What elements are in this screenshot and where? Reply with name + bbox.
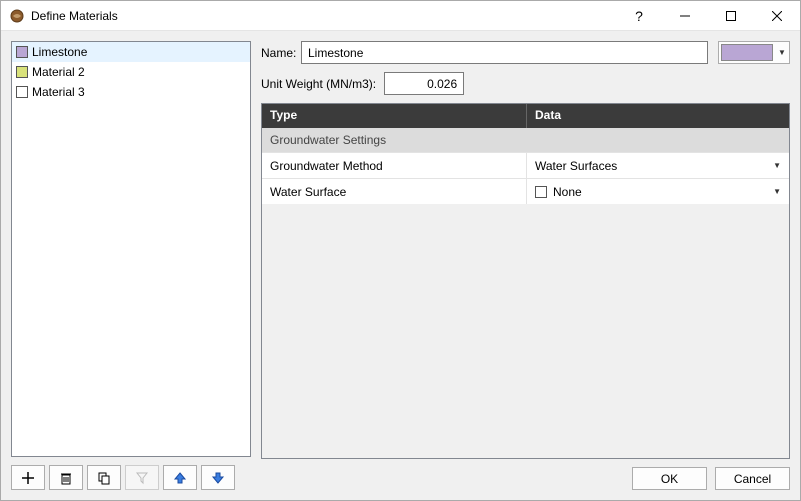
property-grid-empty <box>262 204 789 458</box>
material-label: Material 2 <box>32 65 85 79</box>
cell-method-value[interactable]: Water Surfaces ▼ <box>527 153 789 178</box>
cell-surface-label: Water Surface <box>262 179 527 204</box>
material-list[interactable]: Limestone Material 2 Material 3 <box>11 41 251 457</box>
material-item-2[interactable]: Material 2 <box>12 62 250 82</box>
filter-button[interactable] <box>125 465 159 490</box>
property-grid-header: Type Data <box>262 104 789 128</box>
name-row: Name: ▼ <box>261 41 790 64</box>
dialog-content: Limestone Material 2 Material 3 <box>1 31 800 500</box>
name-label: Name: <box>261 46 301 60</box>
delete-button[interactable] <box>49 465 83 490</box>
cancel-button[interactable]: Cancel <box>715 467 790 490</box>
titlebar: Define Materials ? <box>1 1 800 31</box>
maximize-button[interactable] <box>708 1 754 31</box>
color-picker-button[interactable]: ▼ <box>718 41 790 64</box>
color-swatch <box>721 44 773 61</box>
property-grid: Type Data Groundwater Settings Groundwat… <box>261 103 790 459</box>
add-button[interactable] <box>11 465 45 490</box>
surface-value-text: None <box>553 185 582 199</box>
app-icon <box>9 8 25 24</box>
help-button[interactable]: ? <box>616 8 662 24</box>
chevron-down-icon: ▼ <box>773 161 781 170</box>
left-pane: Limestone Material 2 Material 3 <box>11 41 251 490</box>
surface-checkbox[interactable] <box>535 186 547 198</box>
material-item-3[interactable]: Material 3 <box>12 82 250 102</box>
unit-weight-row: Unit Weight (MN/m3): <box>261 72 790 95</box>
section-groundwater: Groundwater Settings <box>262 128 789 152</box>
material-swatch <box>16 46 28 58</box>
material-label: Material 3 <box>32 85 85 99</box>
material-toolbar <box>11 465 251 490</box>
header-data: Data <box>527 104 789 128</box>
cell-surface-value[interactable]: None ▼ <box>527 179 789 204</box>
minimize-button[interactable] <box>662 1 708 31</box>
material-swatch <box>16 86 28 98</box>
material-swatch <box>16 66 28 78</box>
copy-button[interactable] <box>87 465 121 490</box>
close-button[interactable] <box>754 1 800 31</box>
name-input[interactable] <box>301 41 708 64</box>
method-value-text: Water Surfaces <box>535 159 617 173</box>
row-water-surface: Water Surface None ▼ <box>262 178 789 204</box>
chevron-down-icon: ▼ <box>773 187 781 196</box>
chevron-down-icon: ▼ <box>777 48 787 57</box>
dialog-window: Define Materials ? Limestone Material 2 <box>0 0 801 501</box>
cell-method-label: Groundwater Method <box>262 153 527 178</box>
material-item-limestone[interactable]: Limestone <box>12 42 250 62</box>
unit-weight-input[interactable] <box>384 72 464 95</box>
window-title: Define Materials <box>31 9 118 23</box>
header-type: Type <box>262 104 527 128</box>
unit-weight-label: Unit Weight (MN/m3): <box>261 77 376 91</box>
row-groundwater-method: Groundwater Method Water Surfaces ▼ <box>262 152 789 178</box>
right-pane: Name: ▼ Unit Weight (MN/m3): Type Data G… <box>261 41 790 490</box>
ok-button[interactable]: OK <box>632 467 707 490</box>
move-down-button[interactable] <box>201 465 235 490</box>
dialog-footer: OK Cancel <box>261 467 790 490</box>
material-label: Limestone <box>32 45 87 59</box>
move-up-button[interactable] <box>163 465 197 490</box>
